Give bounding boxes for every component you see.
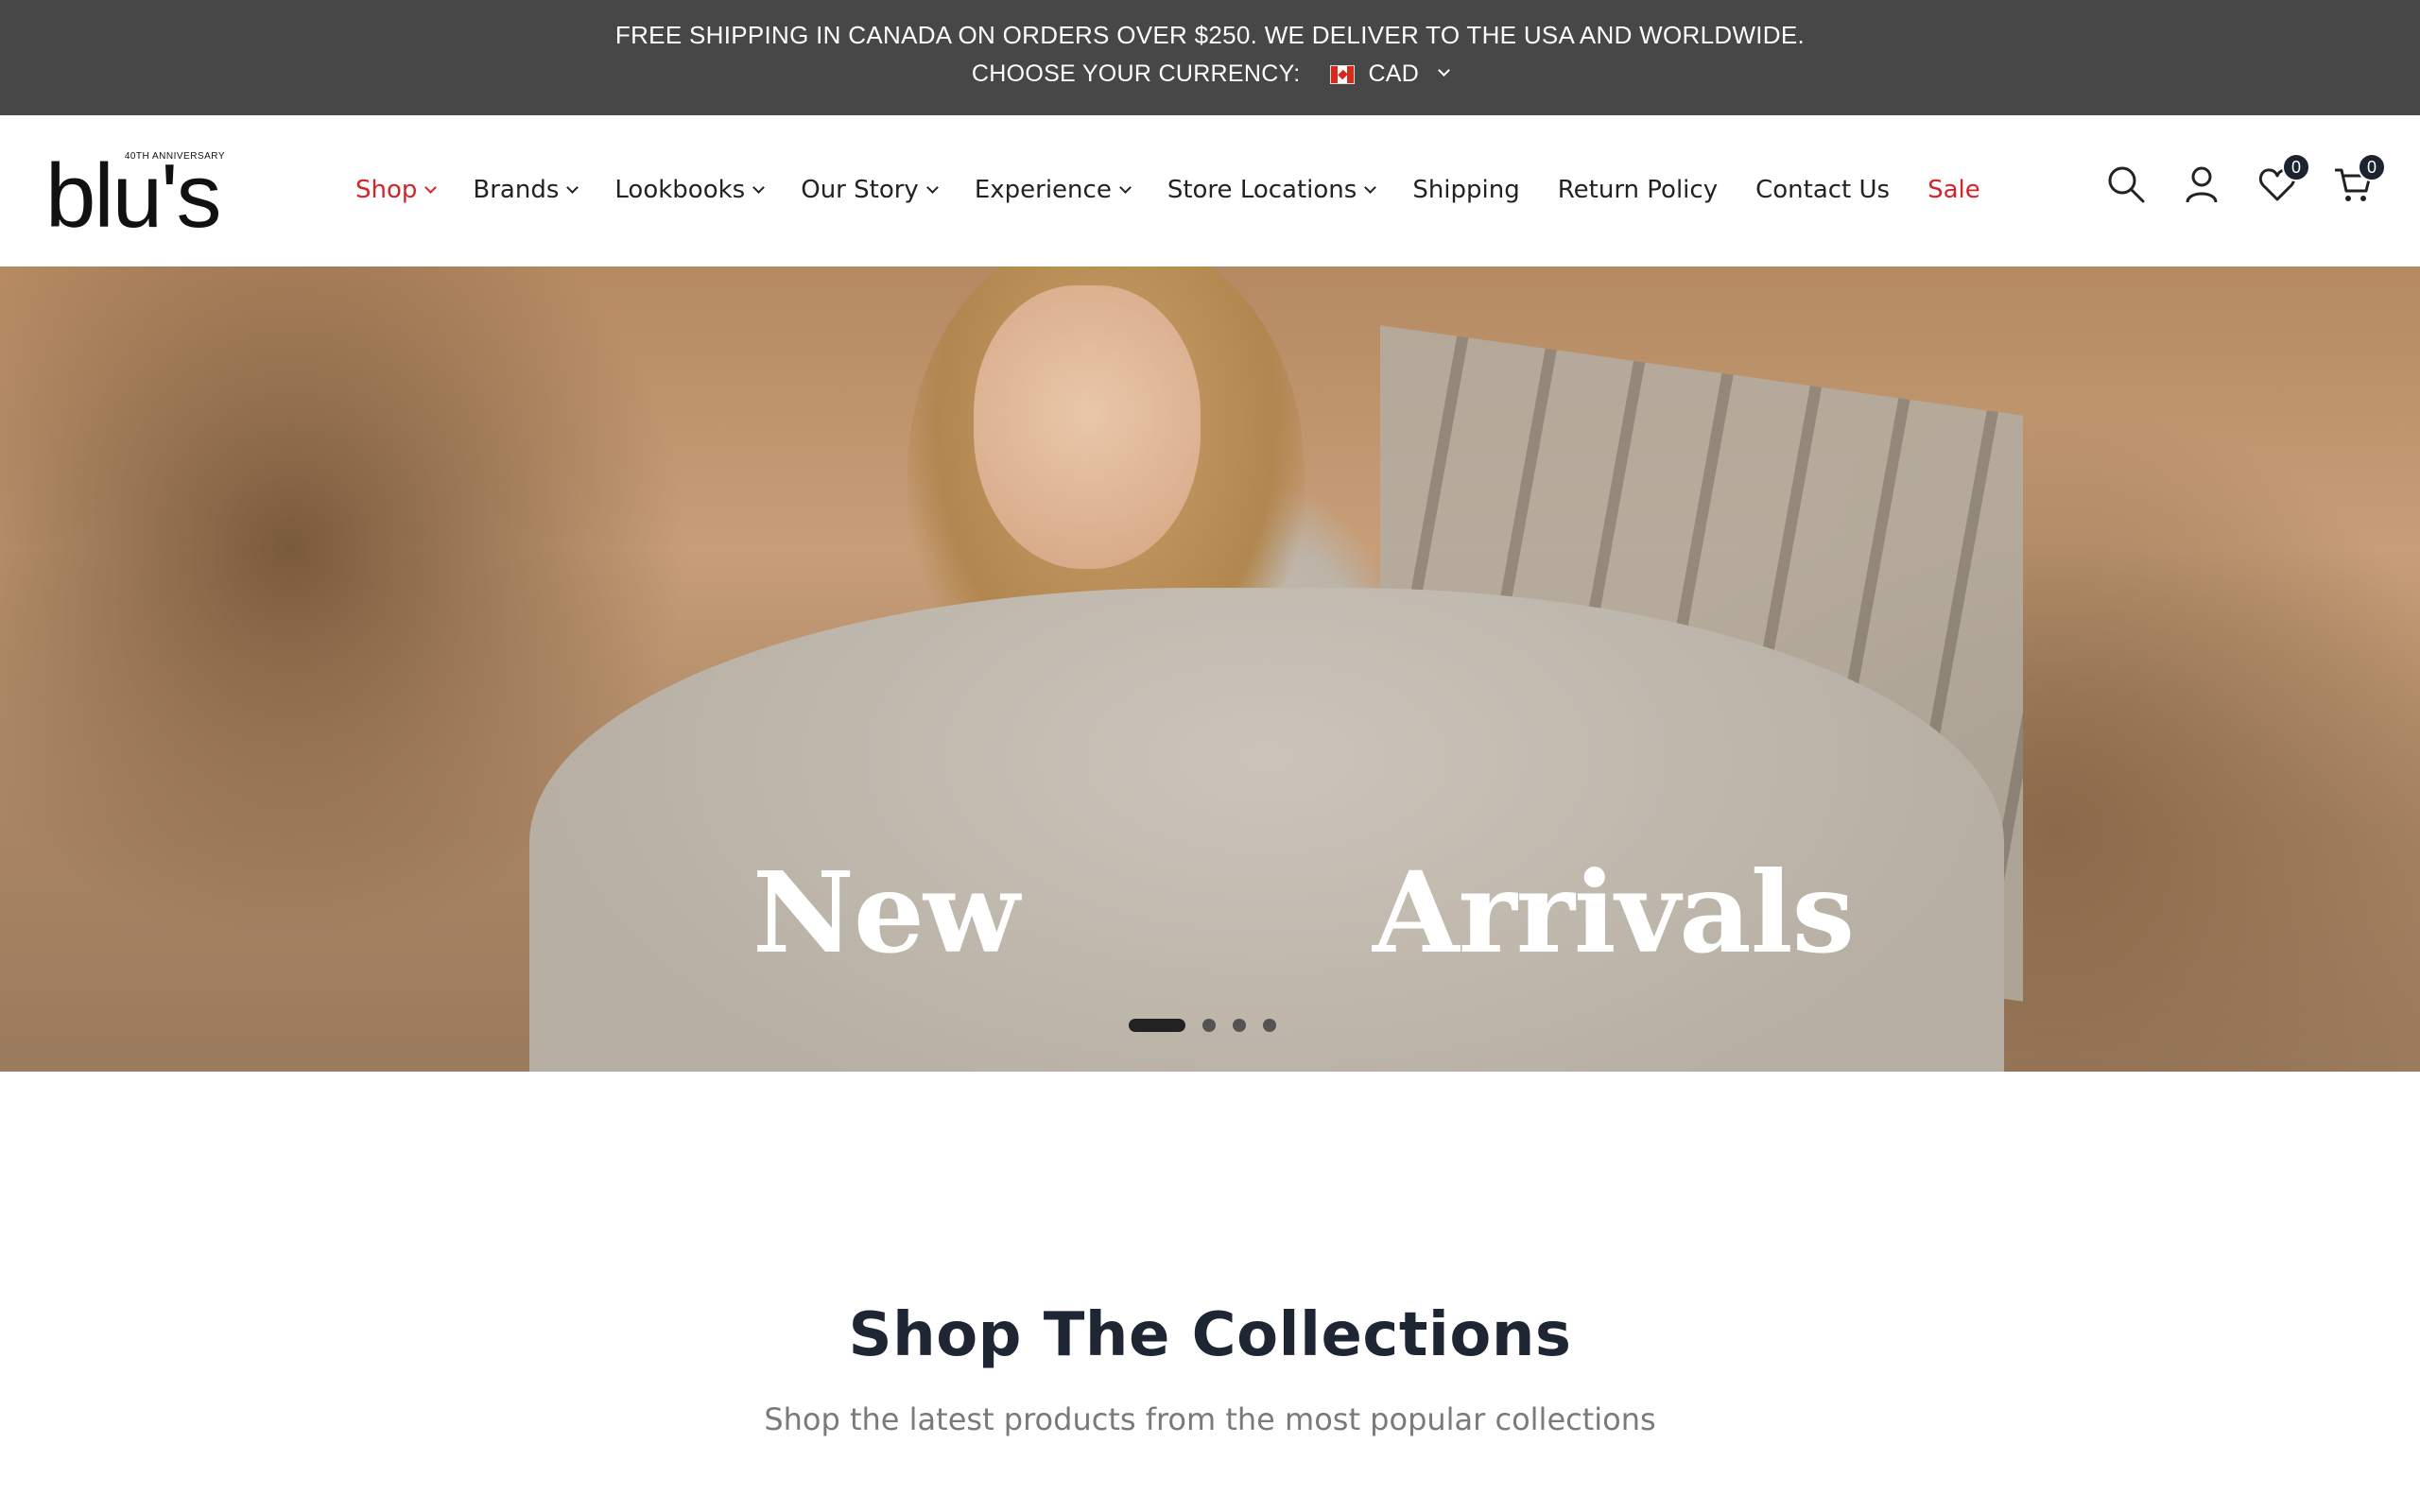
slider-dot-4[interactable] bbox=[1263, 1019, 1276, 1032]
nav-label-sale: Sale bbox=[1927, 176, 1980, 204]
nav-item-store-locations[interactable]: Store Locations bbox=[1167, 176, 1377, 204]
logo-wordmark: blu's bbox=[45, 146, 221, 247]
announcement-text: FREE SHIPPING IN CANADA ON ORDERS OVER $… bbox=[614, 21, 1806, 49]
currency-row: CHOOSE YOUR CURRENCY: CAD bbox=[0, 60, 2420, 88]
cart-count-badge: 0 bbox=[2358, 153, 2386, 181]
header-icons: 0 0 bbox=[2106, 153, 2386, 204]
chevron-down-icon bbox=[1364, 180, 1377, 194]
currency-label: CHOOSE YOUR CURRENCY: bbox=[971, 60, 1301, 87]
nav-item-shipping[interactable]: Shipping bbox=[1412, 176, 1519, 204]
chevron-down-icon bbox=[1118, 180, 1132, 194]
slider-dots bbox=[1129, 1019, 1276, 1032]
chevron-down-icon bbox=[424, 180, 438, 194]
slider-dot-3[interactable] bbox=[1233, 1019, 1246, 1032]
collections-title: Shop The Collections bbox=[848, 1300, 1572, 1370]
collections-subtitle: Shop the latest products from the most p… bbox=[764, 1401, 1656, 1437]
nav-label-brands: Brands bbox=[473, 176, 560, 204]
nav-item-contact-us[interactable]: Contact Us bbox=[1755, 176, 1890, 204]
search-icon[interactable] bbox=[2106, 164, 2146, 204]
slider-dot-1[interactable] bbox=[1129, 1019, 1185, 1032]
hero-slider[interactable]: New Arrivals bbox=[0, 266, 2420, 1072]
site-header: 40TH ANNIVERSARY blu's Shop Brands Lookb… bbox=[0, 115, 2420, 266]
chevron-down-icon bbox=[566, 180, 579, 194]
chevron-down-icon bbox=[752, 180, 766, 194]
account-icon[interactable] bbox=[2182, 164, 2221, 204]
nav-label-shipping: Shipping bbox=[1412, 176, 1520, 204]
hero-image-model-sweater bbox=[529, 588, 2004, 1072]
nav-item-return-policy[interactable]: Return Policy bbox=[1558, 176, 1718, 204]
nav-label-our-story: Our Story bbox=[801, 176, 919, 204]
slider-dot-2[interactable] bbox=[1202, 1019, 1216, 1032]
cart-icon[interactable]: 0 bbox=[2333, 153, 2386, 204]
nav-item-lookbooks[interactable]: Lookbooks bbox=[614, 176, 766, 204]
main-nav: Shop Brands Lookbooks Our Story Experien… bbox=[355, 176, 1980, 204]
currency-selector[interactable]: CAD bbox=[1330, 60, 1450, 88]
chevron-down-icon bbox=[925, 180, 939, 194]
nav-item-sale[interactable]: Sale bbox=[1927, 176, 1980, 204]
nav-label-shop: Shop bbox=[355, 176, 418, 204]
nav-item-our-story[interactable]: Our Story bbox=[801, 176, 939, 204]
announcement-bar: FREE SHIPPING IN CANADA ON ORDERS OVER $… bbox=[0, 0, 2420, 115]
nav-label-experience: Experience bbox=[974, 176, 1112, 204]
nav-label-lookbooks: Lookbooks bbox=[614, 176, 746, 204]
nav-item-experience[interactable]: Experience bbox=[974, 176, 1132, 204]
nav-item-brands[interactable]: Brands bbox=[473, 176, 579, 204]
wishlist-icon[interactable]: 0 bbox=[2257, 153, 2310, 204]
hero-title-word1: New bbox=[752, 847, 1020, 978]
canada-flag-icon bbox=[1330, 64, 1356, 84]
nav-label-store-locations: Store Locations bbox=[1167, 176, 1357, 204]
logo[interactable]: 40TH ANNIVERSARY blu's bbox=[45, 151, 231, 242]
wishlist-count-badge: 0 bbox=[2282, 153, 2310, 181]
nav-label-return-policy: Return Policy bbox=[1557, 176, 1719, 204]
chevron-down-icon bbox=[1438, 64, 1450, 77]
currency-value: CAD bbox=[1368, 60, 1420, 87]
hero-title-word2: Arrivals bbox=[1373, 847, 1855, 978]
nav-label-contact-us: Contact Us bbox=[1755, 176, 1891, 204]
hero-image-model-face bbox=[974, 285, 1201, 569]
nav-item-shop[interactable]: Shop bbox=[355, 176, 438, 204]
